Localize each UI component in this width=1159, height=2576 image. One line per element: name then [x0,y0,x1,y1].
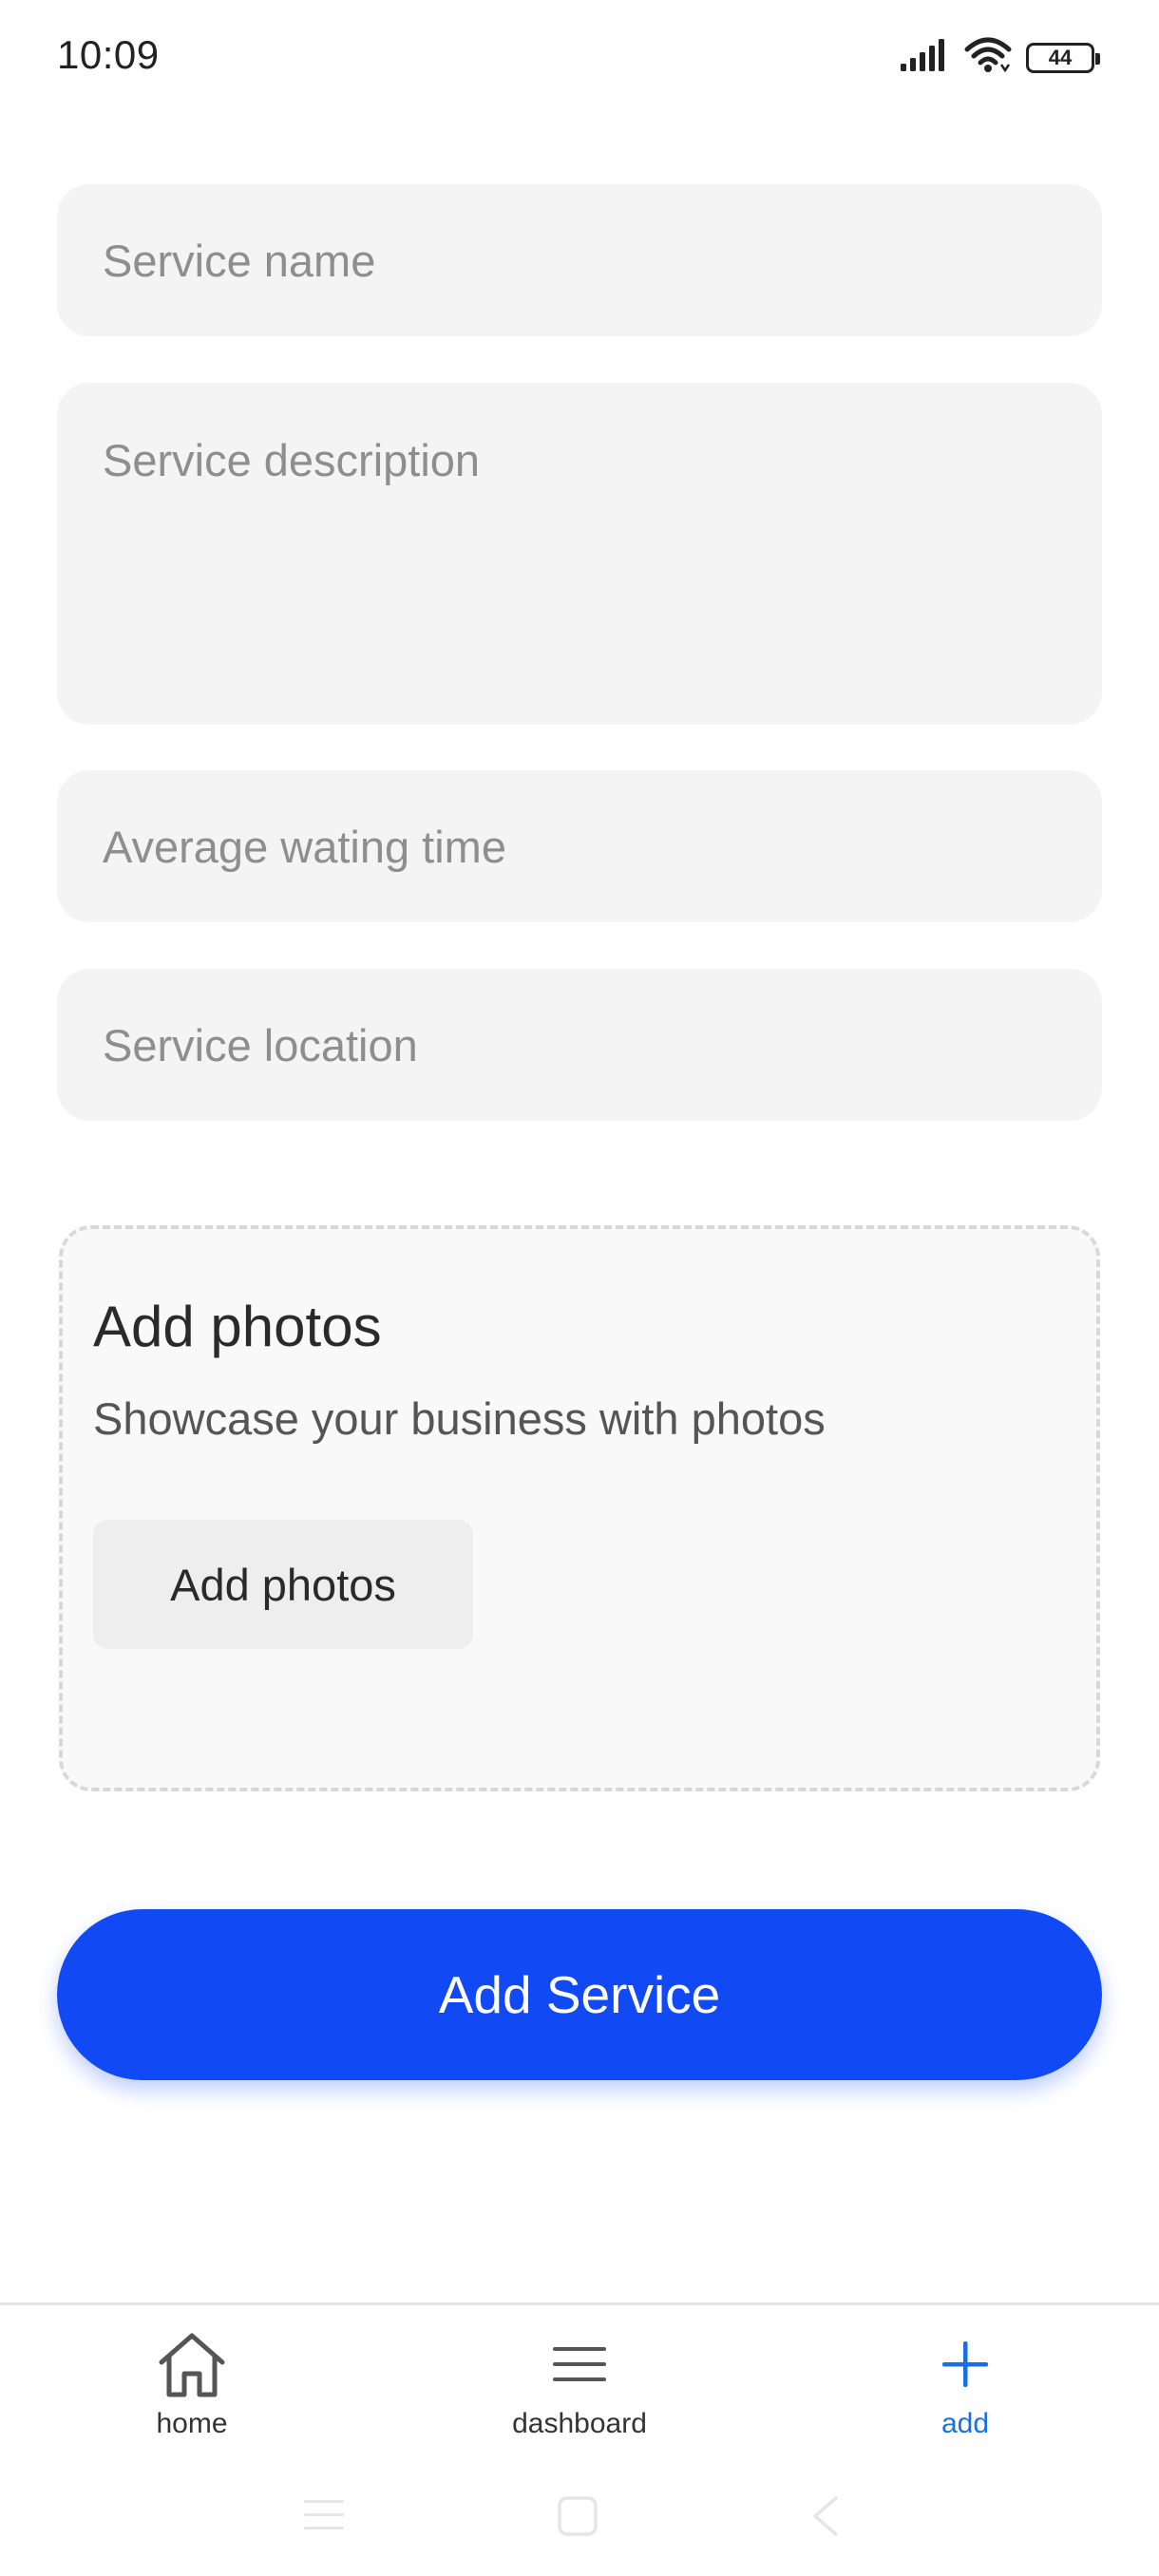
add-service-screen: 10:09 44 Service name Service descriptio… [0,0,1159,2576]
status-time: 10:09 [57,32,160,77]
system-navigation-bar [0,2470,1159,2576]
home-square-icon[interactable] [556,2494,599,2543]
add-photos-subtitle: Showcase your business with photos [93,1393,826,1444]
recent-apps-icon[interactable] [302,2494,346,2539]
status-bar: 10:09 44 [0,0,1159,114]
battery-icon: 44 [1026,42,1100,73]
signal-icon [901,39,950,76]
wifi-icon [963,36,1013,79]
nav-item-dashboard[interactable]: dashboard [437,2305,722,2472]
nav-label-dashboard: dashboard [512,2408,647,2439]
service-description-input[interactable] [57,383,1102,725]
status-icons: 44 [901,36,1100,79]
add-photos-button[interactable]: Add photos [93,1520,473,1649]
service-name-input[interactable] [57,184,1102,336]
nav-label-add: add [940,2408,990,2439]
average-waiting-time-input[interactable] [57,770,1102,922]
nav-label-home: home [156,2408,228,2439]
service-location-input[interactable] [57,969,1102,1121]
nav-item-home[interactable]: home [49,2305,334,2472]
plus-icon [939,2326,992,2402]
add-photos-title: Add photos [93,1295,382,1358]
nav-item-add[interactable]: add [823,2305,1108,2472]
battery-level: 44 [1048,45,1073,69]
back-icon[interactable] [808,2494,846,2543]
menu-icon [551,2326,608,2402]
bottom-nav: home dashboard add [0,2302,1159,2470]
add-photos-panel: Add photos Showcase your business with p… [59,1225,1100,1791]
add-service-button[interactable]: Add Service [57,1909,1102,2080]
home-icon [156,2326,228,2402]
